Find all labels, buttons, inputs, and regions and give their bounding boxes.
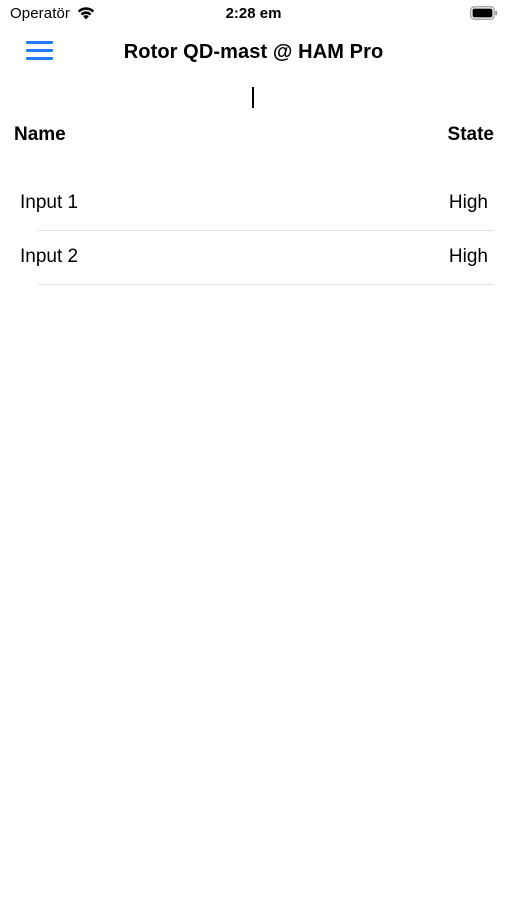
row-state: High (448, 246, 488, 267)
status-time: 2:28 em (225, 5, 282, 22)
battery-icon (470, 6, 498, 20)
row-separator (38, 284, 494, 285)
inputs-list: Input 1 High Input 2 High (0, 177, 507, 285)
text-cursor (252, 87, 254, 108)
column-header-name: Name (14, 124, 66, 145)
page-title: Rotor QD-mast @ HAM Pro (123, 41, 384, 63)
navigation-bar: Rotor QD-mast @ HAM Pro (0, 28, 507, 76)
row-name: Input 1 (20, 192, 79, 213)
row-state: High (448, 192, 488, 213)
table-row[interactable]: Input 1 High (0, 177, 507, 231)
column-header-state: State (447, 124, 494, 145)
table-row[interactable]: Input 2 High (0, 231, 507, 285)
status-bar: Operatör 2:28 em (0, 0, 507, 28)
screen: Operatör 2:28 em Rotor QD-mast @ HAM Pro… (0, 0, 507, 900)
table-header: Name State (0, 124, 507, 152)
row-name: Input 2 (20, 246, 79, 267)
